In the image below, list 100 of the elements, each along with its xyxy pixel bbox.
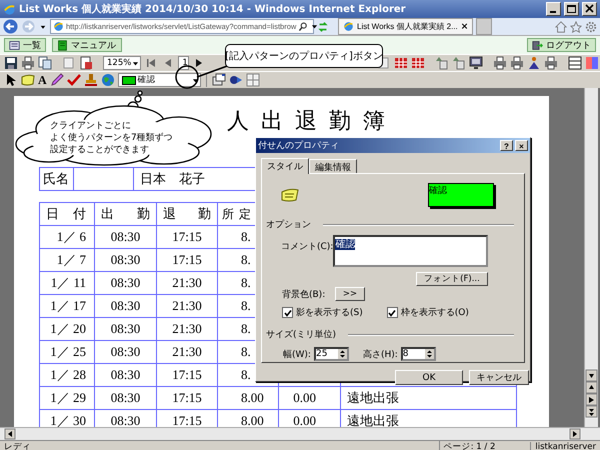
table-cell: 08:30 xyxy=(94,294,156,318)
window-icon[interactable] xyxy=(212,73,226,87)
minimize-icon[interactable] xyxy=(546,2,561,16)
note-icon[interactable] xyxy=(228,73,243,87)
logout-button[interactable]: ログアウト xyxy=(527,38,596,52)
caret-icon[interactable] xyxy=(310,22,320,31)
column-header: 退勤 xyxy=(156,202,218,226)
field-label: 高さ(H): xyxy=(362,348,398,360)
table-cell: 21:30 xyxy=(156,318,218,340)
globe-icon[interactable] xyxy=(3,2,16,16)
callout-text: 設定することができます xyxy=(50,144,150,156)
printer-icon[interactable] xyxy=(21,56,35,70)
note-preview: 確認 xyxy=(428,183,494,207)
printer-icon[interactable] xyxy=(492,56,507,70)
window-title: List Works 個人就業実績 2014/10/30 10:14 - Windows Internet Explorer xyxy=(19,2,407,16)
page-arrow-icon[interactable] xyxy=(434,56,449,70)
close-button[interactable]: × xyxy=(515,140,528,151)
table-cell: 遠地出張 xyxy=(340,386,516,410)
horizontal-scrollbar[interactable] xyxy=(0,427,600,440)
stamp-icon[interactable] xyxy=(84,73,98,87)
document-title: 人出退勤簿 xyxy=(227,108,397,134)
grid-icon[interactable] xyxy=(568,56,582,70)
table-icon[interactable] xyxy=(410,56,425,70)
app-button[interactable]: 一覧 xyxy=(4,38,46,52)
column-header: 出勤 xyxy=(94,202,156,226)
app-button[interactable]: マニュアル xyxy=(52,38,122,52)
table-cell: 1／ 28 xyxy=(40,364,94,386)
table-cell: 08:30 xyxy=(94,318,156,340)
table-cell: 08:30 xyxy=(94,364,156,386)
font-button[interactable]: フォント(F)... xyxy=(416,272,488,286)
table-cell: 1／ 20 xyxy=(40,318,94,340)
table-cell: 17:15 xyxy=(156,226,218,248)
table-cell: 1／ 25 xyxy=(40,340,94,364)
zoom-dropdown[interactable]: 125% xyxy=(103,56,142,70)
callout-box: [記入パターンのプロパティ]ボタン xyxy=(225,44,383,68)
pointer-icon[interactable] xyxy=(4,73,18,87)
printer-icon[interactable] xyxy=(510,56,524,70)
table-cell: 08:30 xyxy=(94,226,156,248)
pages-icon[interactable] xyxy=(38,56,52,70)
dialog-tab[interactable]: スタイル xyxy=(261,158,309,174)
table-cell: 08:30 xyxy=(94,386,156,410)
dialog-button[interactable]: OK xyxy=(395,370,463,385)
home-icon[interactable] xyxy=(555,20,567,32)
field-label: 背景色(B): xyxy=(282,288,326,300)
dialog-tab[interactable]: 編集情報 xyxy=(309,159,357,173)
table-cell: 21:30 xyxy=(156,340,218,364)
table-cell: 08:30 xyxy=(94,340,156,364)
table-icon[interactable] xyxy=(394,56,408,70)
back-icon[interactable] xyxy=(3,19,18,34)
color-button[interactable]: >> xyxy=(335,287,365,301)
table-cell: 08:30 xyxy=(94,272,156,294)
star-icon[interactable] xyxy=(570,20,582,32)
column-header: 日付 xyxy=(40,202,94,226)
table-cell: 氏名 xyxy=(40,168,74,190)
list-icon[interactable] xyxy=(9,40,20,50)
page-icon[interactable] xyxy=(79,56,93,70)
text-tool[interactable]: A xyxy=(38,72,47,88)
globe-icon[interactable] xyxy=(53,21,64,32)
globe-icon[interactable] xyxy=(100,73,115,87)
callout-text: クライアントごとに xyxy=(50,120,132,132)
table-cell: 8.00 xyxy=(218,386,278,410)
search-icon[interactable] xyxy=(298,22,308,32)
table-cell: 21:30 xyxy=(156,272,218,294)
checkbox-label: 影を表示する(S) xyxy=(296,306,363,319)
table-cell: 1／ 6 xyxy=(40,226,94,248)
vertical-scrollbar[interactable] xyxy=(584,88,598,427)
close-icon[interactable] xyxy=(582,2,597,16)
book-icon[interactable] xyxy=(57,40,68,50)
settings-icon[interactable] xyxy=(585,20,597,32)
dialog-button[interactable]: キャンセル xyxy=(469,370,529,385)
table-cell: 08:30 xyxy=(94,248,156,272)
highlight-circle xyxy=(175,65,199,89)
status-text: レディ xyxy=(3,441,32,450)
callout-text: よく使うパターンを7種類ずつ xyxy=(50,132,173,144)
pattern-dropdown[interactable]: 確認 xyxy=(118,73,201,87)
note-icon[interactable] xyxy=(21,73,35,87)
figure-icon[interactable] xyxy=(526,56,541,70)
table-cell: 17:15 xyxy=(156,364,218,386)
width-spinner[interactable]: 25 xyxy=(314,347,349,361)
close-tab-button[interactable]: × xyxy=(460,22,468,32)
table-cell: 17:15 xyxy=(156,386,218,410)
field-label: 幅(W): xyxy=(283,348,311,360)
checkbox[interactable] xyxy=(282,307,293,318)
monitor-icon[interactable] xyxy=(468,56,483,70)
comment-field[interactable]: 確認 xyxy=(333,235,488,267)
door-icon[interactable] xyxy=(532,40,543,50)
browser-tab[interactable]: List Works 個人就業実績 2... × xyxy=(338,18,474,35)
help-button[interactable]: ? xyxy=(500,140,513,151)
globe-icon[interactable] xyxy=(343,21,354,32)
server-name: listkanriserver xyxy=(530,442,600,450)
floppy-icon[interactable] xyxy=(4,56,18,70)
table-cell: 17:15 xyxy=(156,248,218,272)
checkmark-icon[interactable] xyxy=(66,73,81,87)
maximize-icon[interactable] xyxy=(564,2,579,16)
table-cell: 1／ 29 xyxy=(40,386,94,410)
dialog-title: 付せんのプロパティ xyxy=(258,139,340,152)
printer-icon[interactable] xyxy=(544,56,558,70)
height-spinner[interactable]: 8 xyxy=(400,347,436,361)
table-cell: 1／ 7 xyxy=(40,248,94,272)
checkbox[interactable] xyxy=(386,307,398,318)
